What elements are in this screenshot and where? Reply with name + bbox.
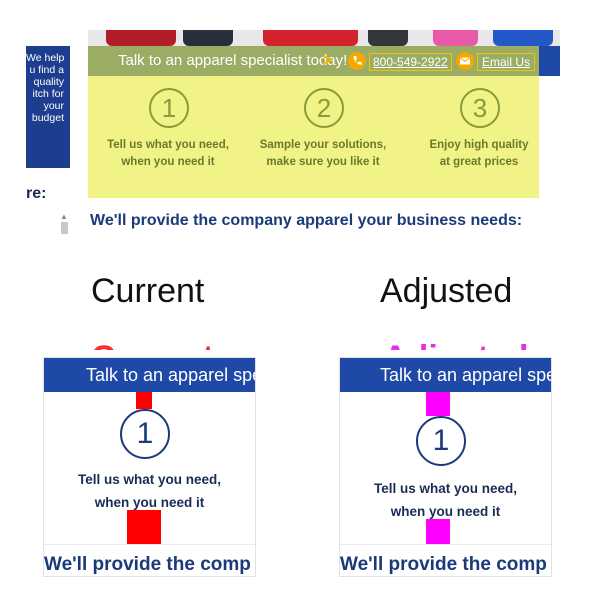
- adjusted-bottom-spacing-marker: [426, 519, 450, 544]
- step-number-circle: 2: [304, 88, 344, 128]
- left-promo-line: budget: [31, 112, 64, 124]
- provide-heading: We'll provide the company apparel your b…: [90, 212, 523, 229]
- scrollbar-thumb[interactable]: [61, 222, 68, 234]
- mail-icon: [456, 52, 474, 70]
- step-description: Sample your solutions, make sure you lik…: [248, 137, 398, 171]
- phone-icon: [348, 52, 366, 70]
- preview-provide-text: We'll provide the comp: [340, 554, 547, 575]
- step-number-circle: 1: [416, 416, 466, 466]
- step-line: Tell us what you need,: [77, 472, 222, 487]
- current-label-echo: Current: [91, 341, 214, 350]
- preview-cta-text: Talk to an apparel speci: [380, 365, 551, 385]
- side-heading: re:: [26, 185, 47, 202]
- step-line: Enjoy high quality: [429, 139, 529, 151]
- email-link[interactable]: Email Us: [477, 53, 536, 71]
- phone-link[interactable]: 800-549-2922: [369, 53, 452, 71]
- left-promo-line: quality: [33, 76, 64, 88]
- preview-provide-text: We'll provide the comp: [44, 554, 251, 575]
- current-label: Current: [91, 272, 205, 310]
- left-promo-line: your: [43, 100, 64, 112]
- current-preview-panel: Talk to an apparel speci 1 Tell us what …: [43, 357, 256, 577]
- step-number-circle: 1: [149, 88, 189, 128]
- step-description: Enjoy high quality at great prices: [404, 137, 554, 171]
- divider: [340, 544, 551, 545]
- left-promo-line: u find a: [29, 64, 64, 76]
- cta-text: Talk to an apparel specialist today!: [118, 52, 348, 69]
- scroll-up-arrow-icon[interactable]: ▲: [59, 212, 69, 222]
- left-promo-line: itch for: [32, 88, 64, 100]
- step-number-circle: 1: [120, 409, 170, 459]
- step-description: Tell us what you need, when you need it: [93, 137, 243, 171]
- step-line: make sure you like it: [266, 156, 380, 168]
- adjusted-label: Adjusted: [380, 272, 513, 310]
- step-line: Sample your solutions,: [259, 139, 387, 151]
- preview-cta-bar: Talk to an apparel speci: [340, 358, 551, 392]
- step-number-circle: 3: [460, 88, 500, 128]
- product-photo-strip: [88, 30, 560, 46]
- adjusted-preview-panel: Talk to an apparel speci 1 Tell us what …: [339, 357, 552, 577]
- step-line: when you need it: [121, 156, 215, 168]
- adjusted-label-echo: Adjusted: [383, 341, 528, 350]
- step-line: at great prices: [439, 156, 519, 168]
- divider: [44, 544, 255, 545]
- step-line: Tell us what you need,: [107, 139, 229, 151]
- left-promo-line: We help: [26, 52, 65, 64]
- preview-cta-text: Talk to an apparel speci: [86, 365, 255, 385]
- chevron-right-icon: >: [322, 50, 333, 70]
- preview-cta-bar: Talk to an apparel speci: [44, 358, 255, 392]
- left-promo-panel: We help u find a quality itch for your b…: [26, 46, 70, 168]
- step-line: Tell us what you need,: [373, 481, 518, 496]
- current-bottom-spacing-marker: [127, 510, 161, 544]
- current-top-spacing-marker: [136, 392, 152, 409]
- adjusted-top-spacing-marker: [426, 392, 450, 416]
